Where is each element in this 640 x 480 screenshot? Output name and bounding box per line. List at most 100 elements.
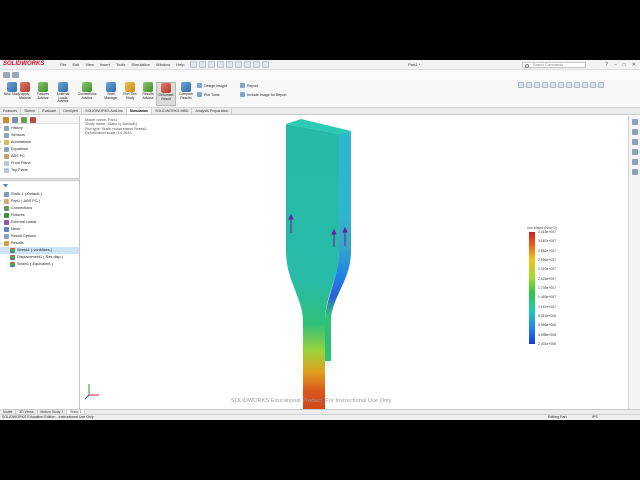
connections-advisor-button[interactable]: Connections Advisor	[77, 82, 97, 106]
include-image-report-button[interactable]: Include Image for Report	[240, 92, 287, 97]
plot-tools-button[interactable]: Plot Tools	[197, 92, 220, 97]
tab-addins[interactable]: SOLIDWORKS Add-Ins	[82, 108, 127, 114]
tab-evaluate[interactable]: Evaluate	[39, 108, 61, 114]
plot-tools-icon	[197, 92, 202, 97]
tab-analysis-preparation[interactable]: Analysis Preparation	[192, 108, 233, 114]
tab-sketch[interactable]: Sketch	[21, 108, 40, 114]
select-icon[interactable]	[244, 61, 251, 68]
view-orientation-icon[interactable]	[550, 82, 556, 88]
feature-manager-icon[interactable]	[3, 117, 9, 123]
monitor-icon[interactable]	[598, 82, 604, 88]
tree-item-fixtures[interactable]: › Fixtures	[0, 212, 79, 219]
appearances-icon[interactable]	[631, 159, 638, 165]
zoom-fit-icon[interactable]	[518, 82, 524, 88]
tree-item-stress-plot[interactable]: Stress1 (-vonMises-)	[0, 247, 79, 254]
undo-icon[interactable]	[235, 61, 242, 68]
filter-icon[interactable]	[3, 184, 8, 189]
tree-item-strain-plot[interactable]: Strain1 (-Equivalent-)	[0, 261, 79, 268]
external-loads-advisor-button[interactable]: External Loads Advisor	[53, 82, 73, 106]
tree-item-displacement-plot[interactable]: Displacement1 (-Res disp-)	[0, 254, 79, 261]
view-palette-icon[interactable]	[631, 149, 638, 155]
strain-plot-icon	[10, 262, 15, 267]
units-selector[interactable]: IPS	[592, 415, 598, 420]
menu-insert[interactable]: Insert	[100, 62, 110, 67]
menu-edit[interactable]: Edit	[72, 62, 79, 67]
tree-item-top-plane[interactable]: Top Plane	[0, 167, 79, 174]
minimize-icon[interactable]: –	[614, 62, 617, 68]
panel-splitter[interactable]	[0, 178, 79, 181]
tools-icon[interactable]	[12, 72, 19, 78]
history-icon	[4, 126, 9, 131]
tree-item-sensors[interactable]: Sensors	[0, 132, 79, 139]
tree-item-connections[interactable]: Connections	[0, 205, 79, 212]
tab-mbd[interactable]: SOLIDWORKS MBD	[152, 108, 193, 114]
load-icon	[4, 220, 9, 225]
menu-simulation[interactable]: Simulation	[131, 62, 150, 67]
run-icon	[125, 82, 135, 92]
deformed-result-button[interactable]: Deformed Result	[156, 82, 176, 106]
tree-item-study[interactable]: Static 1 (-Default-)	[0, 191, 79, 198]
tree-item-part[interactable]: › Part1 (-ABS PC-)	[0, 198, 79, 205]
compare-results-button[interactable]: Compare Results	[176, 82, 196, 106]
display-style-icon[interactable]	[558, 82, 564, 88]
design-insight-button[interactable]: Design Insight	[197, 83, 227, 88]
tree-item-equations[interactable]: › Equations	[0, 146, 79, 153]
tab-features[interactable]: Features	[0, 108, 22, 114]
tree-item-annotations[interactable]: › Annotations	[0, 139, 79, 146]
menu-window[interactable]: Window	[156, 62, 170, 67]
run-study-button[interactable]: Run This Study	[120, 82, 140, 106]
tree-item-result-options[interactable]: Result Options	[0, 233, 79, 240]
tree-label: Strain1 (-Equivalent-)	[17, 262, 53, 266]
save-icon[interactable]	[217, 61, 224, 68]
results-advisor-button[interactable]: Results Advisor	[138, 82, 158, 106]
report-button[interactable]: Report	[240, 83, 258, 88]
search-commands-field[interactable]: Search Commands	[522, 62, 586, 68]
edit-appearance-icon[interactable]	[574, 82, 580, 88]
menu-help[interactable]: Help	[176, 62, 184, 67]
plane-icon	[4, 168, 9, 173]
tree-label: Result Options	[11, 234, 36, 238]
zoom-area-icon[interactable]	[526, 82, 532, 88]
menu-tools[interactable]: Tools	[116, 62, 125, 67]
new-file-icon[interactable]	[199, 61, 206, 68]
design-library-icon[interactable]	[631, 129, 638, 135]
print-icon[interactable]	[226, 61, 233, 68]
rebuild-icon[interactable]	[253, 61, 260, 68]
previous-view-icon[interactable]	[534, 82, 540, 88]
section-view-icon[interactable]	[542, 82, 548, 88]
tab-dimxpert[interactable]: DimXpert	[60, 108, 83, 114]
open-file-icon[interactable]	[208, 61, 215, 68]
menu-view[interactable]: View	[85, 62, 94, 67]
tree-item-mesh[interactable]: Mesh	[0, 226, 79, 233]
hide-show-icon[interactable]	[566, 82, 572, 88]
menu-file[interactable]: File	[60, 62, 66, 67]
tree-item-external-loads[interactable]: › External Loads	[0, 219, 79, 226]
tree-item-front-plane[interactable]: Front Plane	[0, 160, 79, 167]
stress-legend[interactable]: von Mises (N/m^2) 3.415e+007 3.167e+007 …	[527, 226, 577, 346]
tree-item-material[interactable]: ABS PC	[0, 153, 79, 160]
maximize-icon[interactable]: □	[623, 62, 626, 68]
tree-item-history[interactable]: › History	[0, 125, 79, 132]
property-manager-icon[interactable]	[12, 117, 18, 123]
pin-icon[interactable]	[3, 72, 10, 78]
options-gear-icon[interactable]	[262, 61, 269, 68]
shell-manager-button[interactable]: Shell Manager	[101, 82, 121, 106]
shell-manager-label: Shell Manager	[104, 92, 118, 100]
view-settings-icon[interactable]	[590, 82, 596, 88]
tree-item-results[interactable]: ⌄ Results	[0, 240, 79, 247]
tab-simulation[interactable]: Simulation	[126, 108, 153, 114]
resources-icon[interactable]	[631, 119, 638, 125]
home-icon[interactable]	[190, 61, 197, 68]
graphics-area[interactable]: Model name: Part1 Study name: Static 1(-…	[81, 116, 640, 409]
apply-scene-icon[interactable]	[582, 82, 588, 88]
configuration-manager-icon[interactable]	[21, 117, 27, 123]
apply-material-button[interactable]: Apply Material	[15, 82, 35, 106]
close-icon[interactable]: ✕	[632, 62, 636, 68]
file-explorer-icon[interactable]	[631, 139, 638, 145]
menu-bar: File Edit View Insert Tools Simulation W…	[60, 62, 184, 67]
help-icon[interactable]: ?	[605, 62, 608, 68]
fixtures-advisor-button[interactable]: Fixtures Advisor	[33, 82, 53, 106]
custom-properties-icon[interactable]	[631, 169, 638, 175]
dimxpert-manager-icon[interactable]	[30, 117, 36, 123]
fixtures-icon	[38, 82, 48, 92]
